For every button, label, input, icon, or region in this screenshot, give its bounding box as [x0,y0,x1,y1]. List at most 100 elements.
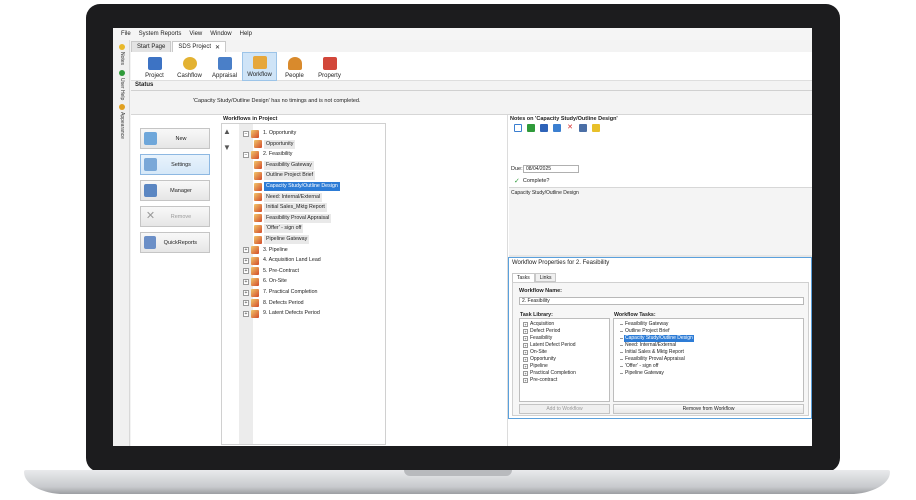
complete-checkbox[interactable]: ✓ Complete? [514,177,549,185]
workflow-task-item[interactable]: Need: Internal/External [619,342,677,349]
menu-file[interactable]: File [121,31,131,37]
task-library-item[interactable]: + Feasibility [523,335,552,342]
expand-icon[interactable]: + [243,289,249,296]
manager-button[interactable]: Manager [140,180,210,201]
task-library-item[interactable]: + Pre-contract [523,377,557,384]
menu-view[interactable]: View [189,31,202,37]
expand-icon[interactable]: + [523,378,528,383]
notes-text-area[interactable]: Capacity Study/Outline Design [509,187,812,255]
workflow-name-input[interactable]: 2. Feasibility [519,297,804,305]
ribbon-cashflow-button[interactable]: Cashflow [172,52,207,81]
workflow-task-item[interactable]: Outline Project Brief [619,328,670,335]
expand-icon[interactable]: + [243,278,249,285]
tab-tasks[interactable]: Tasks [512,273,535,282]
side-item-user-help[interactable]: User Help [116,70,128,100]
tree-node[interactable]: +9. Latent Defects Period [243,309,322,318]
move-down-icon[interactable]: ▼ [223,143,231,152]
workflow-task-item[interactable]: Pipeline Gateway [620,370,665,377]
expand-icon[interactable]: + [523,322,528,327]
menu-help[interactable]: Help [240,31,252,37]
workflow-task-item[interactable]: 'Offer' - sign off [619,363,659,370]
side-item-notes[interactable]: Notes [116,44,128,65]
workflow-tasks-list[interactable]: Feasibility Gateway Outline Project Brief… [613,318,804,402]
workflow-icon [251,246,259,255]
expand-icon[interactable]: + [523,371,528,376]
tree-node[interactable]: +7. Practical Completion [243,288,319,297]
workflow-task-item[interactable]: Capacity Study/Outline Design [620,335,694,342]
ribbon-workflow-button[interactable]: Workflow [242,52,277,81]
expand-icon[interactable]: + [243,257,249,264]
button-label: QuickReports [163,239,197,246]
settings-button[interactable]: Settings [140,154,210,175]
sticky-note-icon[interactable] [592,124,600,132]
expand-icon[interactable]: + [523,350,528,355]
open-note-icon[interactable] [527,124,535,132]
tab-links[interactable]: Links [534,273,557,282]
tree-node[interactable]: Pipeline Gateway [254,235,310,244]
tree-node[interactable]: Feasibility Proval Appraisal [254,213,332,223]
add-to-workflow-button[interactable]: Add to Workflow [519,404,610,414]
save-note-icon[interactable] [540,124,548,132]
ribbon-label: People [285,73,304,79]
copy-note-icon[interactable] [553,124,561,132]
expand-icon[interactable]: + [243,247,249,254]
workflow-task-item[interactable]: Initial Sales & Mktg Report [620,349,685,356]
task-library-item[interactable]: + Defect Period [523,328,560,335]
expand-icon[interactable]: + [243,310,249,317]
remove-button[interactable]: ✕ Remove [140,206,210,227]
tree-node[interactable]: 'Offer' - sign off [254,224,304,234]
move-up-icon[interactable]: ▲ [223,127,231,136]
task-library-list[interactable]: + Acquisition + Defect Period + Feasibility + L… [519,318,610,402]
tree-node[interactable]: Opportunity [254,139,296,149]
expand-icon[interactable]: + [523,364,528,369]
expand-icon[interactable]: + [523,336,528,341]
close-icon[interactable]: ✕ [215,44,220,51]
tree-node[interactable]: Capacity Study/Outline Design [254,182,340,191]
status-divider [131,90,812,91]
due-date-input[interactable]: 08/04/2025 [523,165,579,173]
expand-icon[interactable]: + [523,343,528,348]
tab-start-page[interactable]: Start Page [131,41,172,52]
task-library-item[interactable]: + Acquisition [523,321,554,328]
tree-node[interactable]: − 2. Feasibility [243,150,294,159]
expand-icon[interactable]: + [523,357,528,362]
tree-node[interactable]: Feasibility Gateway [254,160,314,170]
task-library-item[interactable]: + Opportunity [523,356,556,363]
tree-node[interactable]: Initial Sales_Mktg Report [254,203,327,213]
print-note-icon[interactable] [579,124,587,132]
tab-sds-project[interactable]: SDS Project ✕ [172,41,227,52]
expand-icon[interactable]: + [243,300,249,307]
ribbon-people-button[interactable]: People [277,52,312,81]
new-button[interactable]: New [140,128,210,149]
task-library-item[interactable]: + Practical Completion [523,370,576,377]
tree-node[interactable]: − 1. Opportunity [243,129,298,138]
ribbon-property-button[interactable]: Property [312,52,347,81]
tree-node[interactable]: +6. On-Site [243,277,289,286]
task-library-item[interactable]: + On-Site [523,349,547,356]
ribbon-appraisal-button[interactable]: Appraisal [207,52,242,81]
quickreports-button[interactable]: QuickReports [140,232,210,253]
tree-node[interactable]: +4. Acquisition Land Lead [243,256,323,265]
tree-node[interactable]: Outline Project Brief [254,171,316,181]
button-label: Settings [171,161,191,168]
tree-node[interactable]: +8. Defects Period [243,299,306,308]
tree-node[interactable]: +5. Pre-Contract [243,267,301,276]
menu-window[interactable]: Window [210,31,231,37]
tree-node[interactable]: +3. Pipeline [243,246,290,255]
task-library-item-label: Defect Period [530,328,561,334]
task-library-item[interactable]: + Latent Defect Period [523,342,576,349]
workflow-task-item[interactable]: Feasibility Gateway [619,321,669,328]
ribbon-project-button[interactable]: Project [137,52,172,81]
collapse-icon[interactable]: − [243,151,249,158]
delete-note-icon[interactable]: ✕ [566,124,574,132]
workflow-task-item[interactable]: Feasibility Proval Appraisal [620,356,686,363]
task-library-item[interactable]: + Pipeline [523,363,548,370]
expand-icon[interactable]: + [243,268,249,275]
menu-system-reports[interactable]: System Reports [139,31,182,37]
expand-icon[interactable]: + [523,329,528,334]
tree-node[interactable]: Need: Internal/External [254,192,323,202]
new-note-icon[interactable] [514,124,522,132]
collapse-icon[interactable]: − [243,130,249,137]
side-item-appearance[interactable]: Appearance [116,104,128,139]
remove-from-workflow-button[interactable]: Remove from Workflow [613,404,804,414]
